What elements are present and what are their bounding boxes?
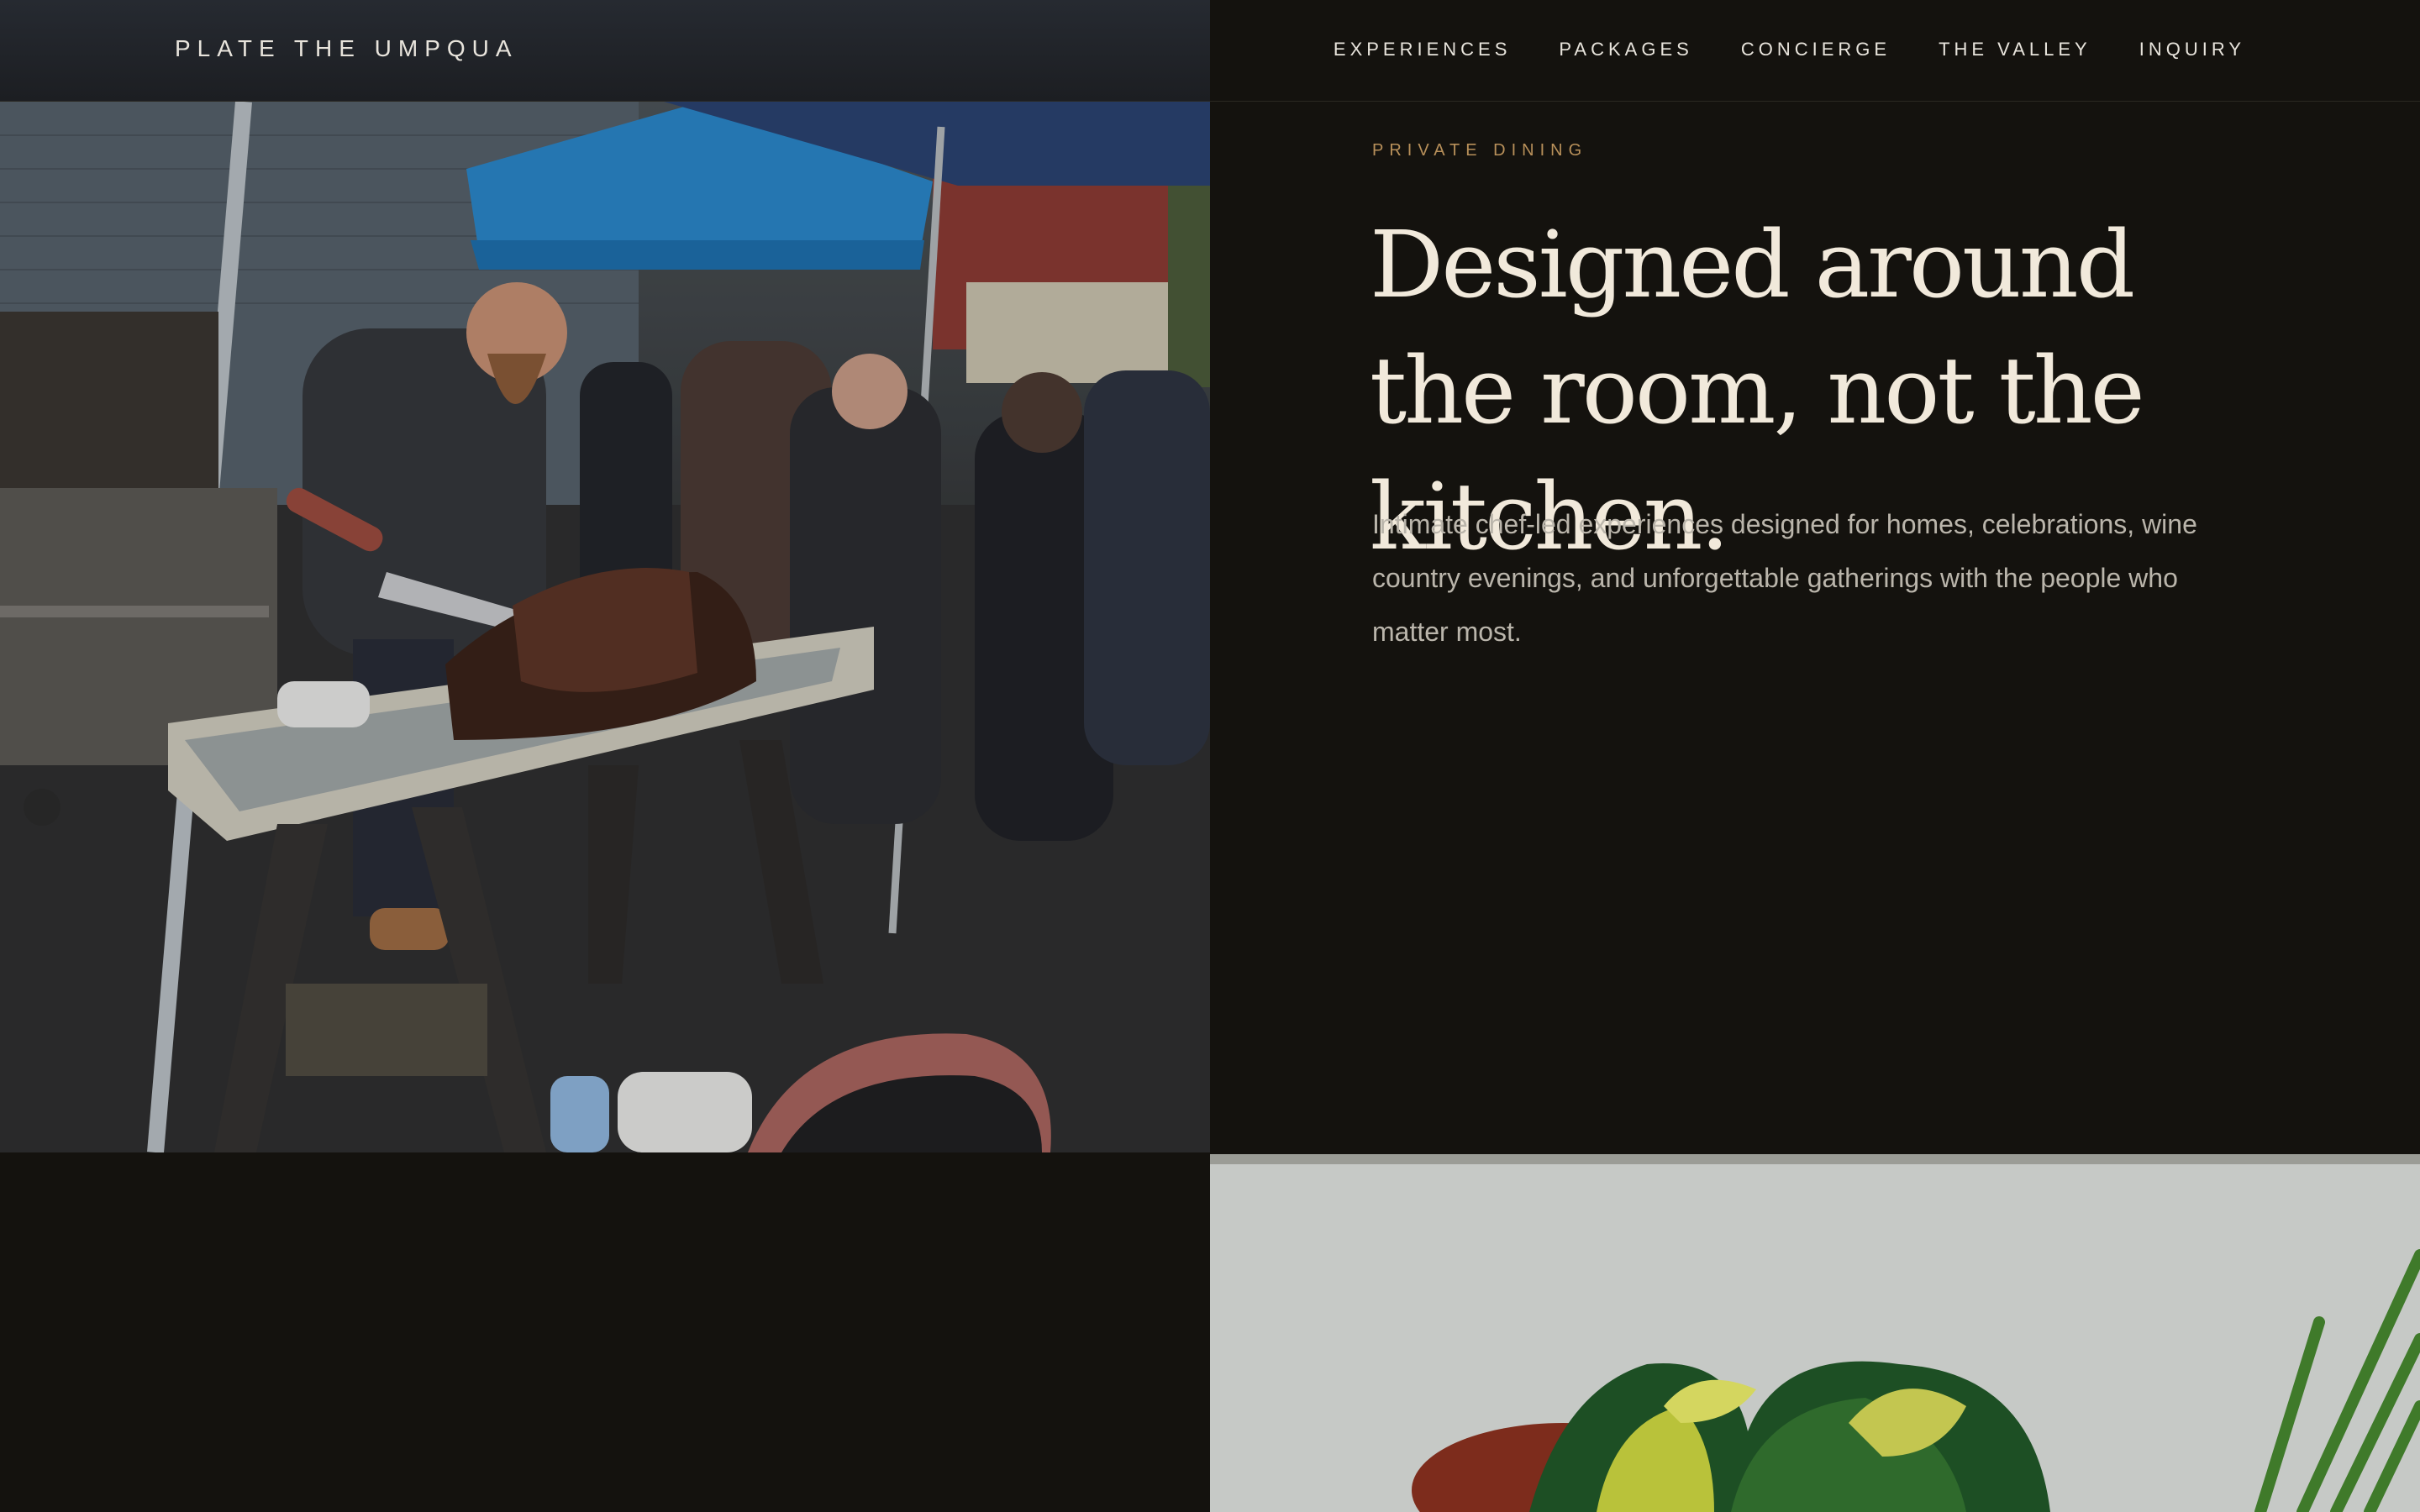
section-eyebrow: PRIVATE DINING <box>1372 141 1588 160</box>
nav-experiences[interactable]: EXPERIENCES <box>1334 39 1512 60</box>
nav-the-valley[interactable]: THE VALLEY <box>1939 39 2091 60</box>
site-header: PLATE THE UMPQUA EXPERIENCES PACKAGES CO… <box>0 0 2420 102</box>
main-nav: EXPERIENCES PACKAGES CONCIERGE THE VALLE… <box>1334 39 2245 60</box>
chef-carving-illustration <box>0 102 1210 1152</box>
nav-packages[interactable]: PACKAGES <box>1559 39 1692 60</box>
chef-carving-photo <box>0 102 1210 1152</box>
plated-dish-illustration <box>1210 1154 2420 1512</box>
intro-paragraph: Intimate chef-led experiences designed f… <box>1372 509 2197 647</box>
plated-dish-photo <box>1210 1154 2420 1512</box>
brand-logo[interactable]: PLATE THE UMPQUA <box>175 35 518 62</box>
nav-concierge[interactable]: CONCIERGE <box>1741 39 1891 60</box>
nav-inquiry[interactable]: INQUIRY <box>2139 39 2245 60</box>
